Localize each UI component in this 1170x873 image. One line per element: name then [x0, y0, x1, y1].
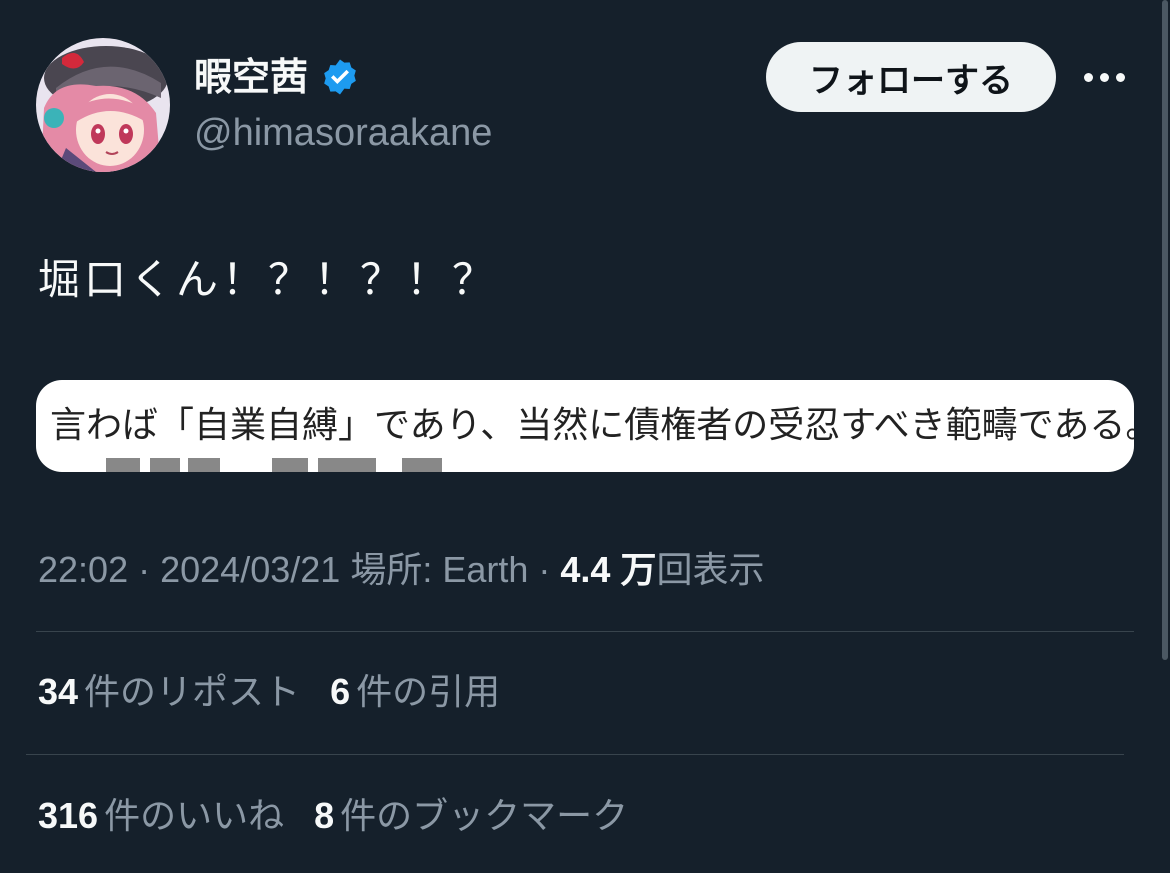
- tweet-time[interactable]: 22:02: [38, 549, 128, 590]
- tweet-image-text: 言わば「自業自縛」であり、当然に債権者の受忍すべき範疇である。: [50, 405, 1134, 446]
- avatar-image: [36, 38, 170, 172]
- tweet-date[interactable]: 2024/03/21: [160, 549, 340, 590]
- tweet-image[interactable]: 言わば「自業自縛」であり、当然に債権者の受忍すべき範疇である。: [36, 380, 1134, 472]
- views-label: 回表示: [656, 549, 765, 590]
- divider: [26, 754, 1124, 755]
- scrollbar-thumb[interactable]: [1162, 0, 1168, 660]
- quotes-label: 件の引用: [356, 672, 501, 713]
- tweet-detail-page: 暇空茜 @himasoraakane フォローする 堀口くん！？！？！？ 言わば…: [0, 0, 1170, 873]
- tweet-location: 場所: Earth: [350, 549, 529, 590]
- author-display-name[interactable]: 暇空茜: [194, 52, 308, 102]
- follow-button[interactable]: フォローする: [766, 42, 1056, 112]
- likes-stat[interactable]: 316 件のいいね: [38, 792, 284, 841]
- quotes-count: 6: [330, 671, 351, 712]
- tweet-image-cropped-line: [66, 452, 486, 472]
- bookmarks-label: 件のブックマーク: [340, 796, 629, 837]
- bookmarks-stat[interactable]: 8 件のブックマーク: [314, 792, 628, 841]
- bookmarks-count: 8: [314, 795, 335, 836]
- author-handle[interactable]: @himasoraakane: [194, 108, 492, 158]
- reposts-label: 件のリポスト: [84, 672, 301, 713]
- likes-label: 件のいいね: [104, 796, 285, 837]
- avatar[interactable]: [36, 38, 170, 172]
- quotes-stat[interactable]: 6 件の引用: [330, 668, 500, 717]
- stats-row-reposts: 34 件のリポスト 6 件の引用: [38, 668, 500, 717]
- reposts-stat[interactable]: 34 件のリポスト: [38, 668, 300, 717]
- reposts-count: 34: [38, 671, 79, 712]
- tweet-meta: 22:02 · 2024/03/21 場所: Earth · 4.4 万回表示: [38, 549, 765, 590]
- scrollbar[interactable]: [1162, 0, 1170, 873]
- stats-row-likes: 316 件のいいね 8 件のブックマーク: [38, 792, 628, 841]
- verified-badge-icon: [324, 59, 356, 95]
- author-display-name-row[interactable]: 暇空茜: [194, 52, 360, 102]
- tweet-text: 堀口くん！？！？！？: [38, 255, 499, 304]
- divider: [36, 631, 1134, 632]
- views-count: 4.4 万: [560, 549, 657, 590]
- likes-count: 316: [38, 795, 99, 836]
- more-icon[interactable]: [1084, 64, 1128, 90]
